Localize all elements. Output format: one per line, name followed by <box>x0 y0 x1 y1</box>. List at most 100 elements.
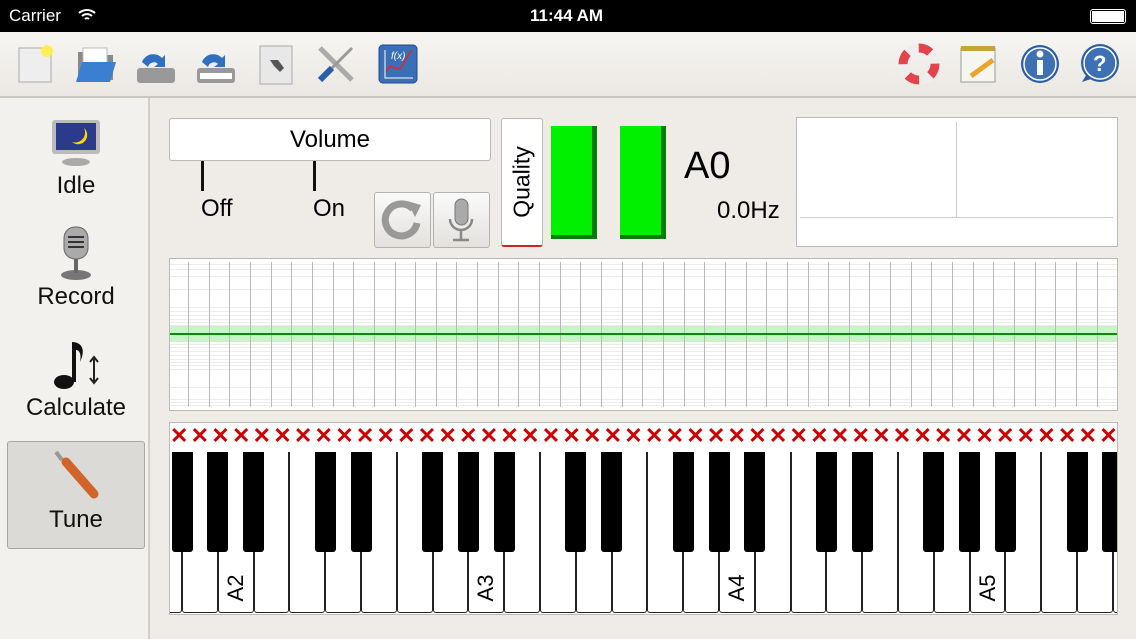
black-key[interactable] <box>565 452 587 552</box>
tools-icon <box>317 46 354 83</box>
key-status-marker: ✕ <box>686 423 705 448</box>
new-document-button[interactable] <box>14 42 58 86</box>
save-as-button[interactable] <box>194 42 238 86</box>
key-status-marker: ✕ <box>665 423 685 448</box>
save-button[interactable] <box>134 42 178 86</box>
signal-bar-left <box>551 126 597 239</box>
toolbar: f(x) ? <box>0 32 1136 98</box>
document-settings-icon <box>259 45 293 85</box>
key-status-marker: ✕ <box>1099 423 1118 448</box>
key-status-marker: ✕ <box>872 423 891 448</box>
key-status-marker: ✕ <box>376 423 395 448</box>
key-status-marker: ✕ <box>397 423 416 448</box>
key-status-marker: ✕ <box>500 423 519 448</box>
key-status-marker: ✕ <box>459 423 478 448</box>
info-icon <box>1021 45 1059 83</box>
black-key[interactable] <box>493 452 515 552</box>
sidebar-item-label: Calculate <box>25 394 127 421</box>
question-icon: ? <box>1081 44 1119 82</box>
quality-indicator: Quality <box>501 118 543 247</box>
key-status-marker: ✕ <box>975 423 994 448</box>
volume-off-tick <box>201 161 204 191</box>
black-key[interactable] <box>207 452 229 552</box>
key-status-marker: ✕ <box>293 423 313 448</box>
refresh-icon <box>381 200 421 240</box>
piano-keyboard[interactable]: ✕ ✕ ✕ ✕ ✕ ✕ ✕ ✕ ✕ ✕ ✕ ✕ ✕ ✕ ✕ ✕ ✕ ✕ ✕ ✕ ✕ ✕ ✕ ✕ ✕ ✕ ✕ ✕ ✕ ✕ ✕ ✕ ✕ ✕ ✕ ✕ ✕ ✕ ✕ ✕… <box>169 422 1118 615</box>
key-status-marker: ✕ <box>417 423 437 448</box>
key-status-marker: ✕ <box>273 423 292 448</box>
key-status-marker: ✕ <box>851 423 870 448</box>
key-status-marker: ✕ <box>727 423 746 448</box>
black-key[interactable] <box>851 452 873 552</box>
question-button[interactable]: ? <box>1078 42 1122 86</box>
key-status-marker: ✕ <box>314 423 333 448</box>
black-key[interactable] <box>959 452 981 552</box>
sidebar: Idle Record Calculate Tune <box>0 98 150 639</box>
key-status-marker: ✕ <box>892 423 912 448</box>
help-lifebuoy-icon <box>898 43 940 85</box>
pitch-line <box>170 333 1117 335</box>
key-status-marker: ✕ <box>768 423 788 448</box>
notepad-button[interactable] <box>957 42 1001 86</box>
tuning-hammer-icon <box>54 450 99 499</box>
off-label: Off <box>201 195 233 222</box>
save-icon <box>137 54 175 83</box>
svg-text:f(x): f(x) <box>391 51 405 62</box>
black-key[interactable] <box>350 452 372 552</box>
key-status-marker: ✕ <box>934 423 953 448</box>
key-status-marker: ✕ <box>583 423 602 448</box>
info-button[interactable] <box>1018 42 1062 86</box>
tools-button[interactable] <box>314 42 358 86</box>
sidebar-item-tune[interactable]: Tune <box>7 441 145 549</box>
key-status-marker: ✕ <box>706 423 726 448</box>
on-label: On <box>313 195 346 222</box>
black-key[interactable] <box>422 452 444 552</box>
sidebar-item-calculate[interactable]: Calculate <box>7 330 145 438</box>
sidebar-item-idle[interactable]: Idle <box>7 108 145 216</box>
black-key[interactable] <box>815 452 837 552</box>
volume-on-tick <box>313 161 316 191</box>
black-key[interactable] <box>601 452 623 552</box>
black-key[interactable] <box>1102 452 1117 552</box>
key-status-marker: ✕ <box>996 423 1015 448</box>
microphone-icon <box>61 226 91 280</box>
key-status-marker: ✕ <box>954 423 974 448</box>
save-as-icon <box>197 54 235 83</box>
help-lifebuoy-button[interactable] <box>897 42 941 86</box>
volume-slider[interactable]: Volume <box>169 118 491 161</box>
black-key[interactable] <box>314 452 336 552</box>
key-status-marker: ✕ <box>603 423 623 448</box>
key-label: A3 <box>473 574 499 602</box>
black-key[interactable] <box>923 452 945 552</box>
key-status-marker: ✕ <box>252 423 272 448</box>
key-status-marker: ✕ <box>830 423 850 448</box>
document-settings-button[interactable] <box>254 42 298 86</box>
key-status-marker: ✕ <box>335 423 354 448</box>
sidebar-item-label: Record <box>37 283 115 310</box>
open-button[interactable] <box>74 42 118 86</box>
function-graph-button[interactable]: f(x) <box>376 42 420 86</box>
black-key[interactable] <box>243 452 265 552</box>
key-status-marker: ✕ <box>1016 423 1036 448</box>
key-status-marker: ✕ <box>1037 423 1056 448</box>
microphone-button[interactable] <box>433 192 490 248</box>
key-status-marker: ✕ <box>1057 423 1077 448</box>
black-key[interactable] <box>672 452 694 552</box>
sidebar-item-record[interactable]: Record <box>7 219 145 327</box>
black-key[interactable] <box>708 452 730 552</box>
key-status-marker: ✕ <box>521 423 540 448</box>
black-key[interactable] <box>994 452 1016 552</box>
black-key[interactable] <box>171 452 193 552</box>
black-key[interactable] <box>1066 452 1088 552</box>
key-status-marker: ✕ <box>1078 423 1098 448</box>
reset-button[interactable] <box>374 192 431 248</box>
wifi-icon <box>78 9 96 20</box>
note-readout: A0 <box>684 145 731 187</box>
sidebar-item-label: Tune <box>49 506 103 533</box>
spectrum-panel <box>796 117 1118 247</box>
signal-bar-right <box>620 126 666 239</box>
black-key[interactable] <box>744 452 766 552</box>
key-status-marker: ✕ <box>624 423 643 448</box>
black-key[interactable] <box>457 452 479 552</box>
key-status-marker: ✕ <box>438 423 457 448</box>
